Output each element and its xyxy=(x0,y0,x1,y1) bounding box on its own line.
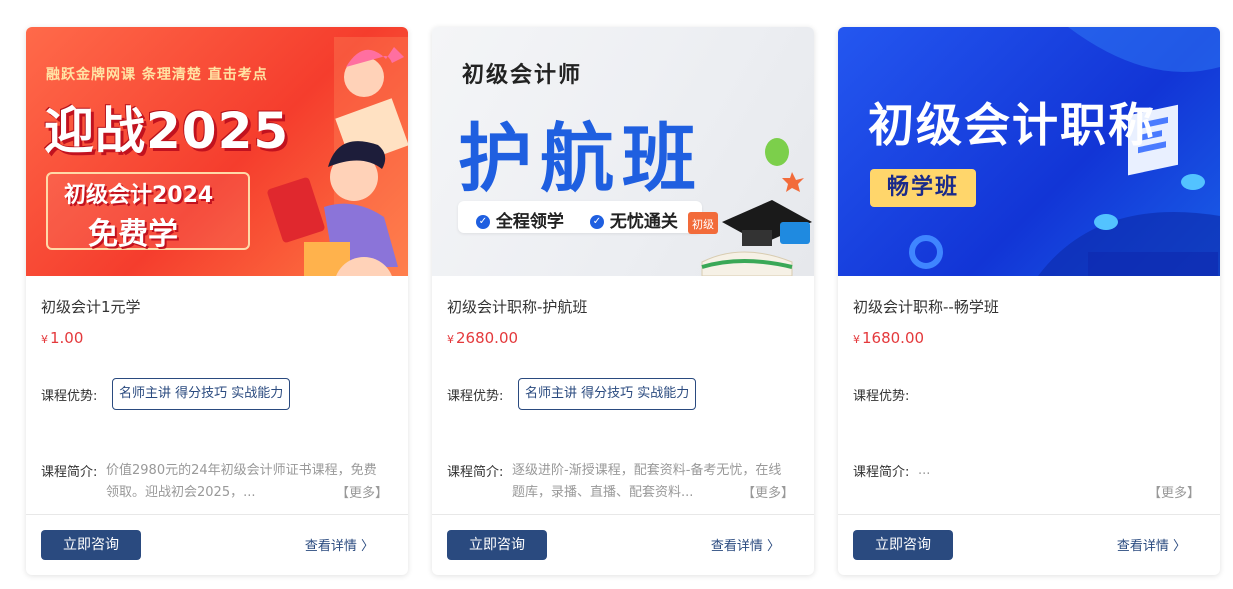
banner-headline: 迎战2025 xyxy=(44,102,290,160)
banner-tagline: 融跃金牌网课 条理清楚 直击考点 xyxy=(46,67,268,83)
badge-text: 初级 xyxy=(692,217,714,231)
more-link[interactable]: 【更多】 xyxy=(336,482,388,501)
banner-headline: 初级会计职称 xyxy=(868,98,1156,152)
student-illustration xyxy=(267,37,408,276)
course-banner-image[interactable]: 融跃金牌网课 条理清楚 直击考点 迎战2025 初级会计2024 免费学 xyxy=(26,27,408,276)
course-card-footer: 立即咨询 查看详情 〉 xyxy=(432,515,814,575)
consult-button[interactable]: 立即咨询 xyxy=(853,530,953,560)
course-card-grid: 融跃金牌网课 条理清楚 直击考点 迎战2025 初级会计2024 免费学 初级会… xyxy=(0,0,1233,589)
view-details-link[interactable]: 查看详情 〉 xyxy=(305,535,374,554)
course-price: ¥1680.00 xyxy=(853,329,924,347)
books-graduation-cap-illustration: 初级 xyxy=(688,138,812,276)
banner-feature-text: 无忧通关 xyxy=(609,212,678,232)
course-price: ¥2680.00 xyxy=(447,329,518,347)
view-details-link[interactable]: 查看详情 〉 xyxy=(711,535,780,554)
course-card-body: 初级会计职称-护航班 ¥2680.00 课程优势: 名师主讲 得分技巧 实战能力… xyxy=(432,276,814,515)
more-link[interactable]: 【更多】 xyxy=(1148,482,1200,501)
advantage-label: 课程优势: xyxy=(41,389,98,404)
course-card[interactable]: 初级会计职称 畅学班 初级会计职称--畅学班 ¥1680.00 课程优势: 课程… xyxy=(838,27,1220,575)
currency-symbol: ¥ xyxy=(447,333,454,346)
banner-feature-pill: ✓ 全程领学 ✓ 无忧通关 xyxy=(458,201,702,233)
banner-feature: ✓ 全程领学 xyxy=(476,207,564,232)
course-card[interactable]: 融跃金牌网课 条理清楚 直击考点 迎战2025 初级会计2024 免费学 初级会… xyxy=(26,27,408,575)
check-icon: ✓ xyxy=(476,215,490,229)
price-value: 1680.00 xyxy=(862,329,925,347)
intro-label: 课程简介: xyxy=(41,465,98,480)
consult-button[interactable]: 立即咨询 xyxy=(447,530,547,560)
price-value: 2680.00 xyxy=(456,329,519,347)
check-icon: ✓ xyxy=(590,215,604,229)
price-value: 1.00 xyxy=(50,329,84,347)
intro-text: ... xyxy=(918,463,931,478)
banner-feature-text: 全程领学 xyxy=(495,212,564,232)
currency-symbol: ¥ xyxy=(41,333,48,346)
advantage-label: 课程优势: xyxy=(447,389,504,404)
banner-subtitle: 初级会计2024 xyxy=(64,183,214,208)
advantage-label: 课程优势: xyxy=(853,389,910,404)
course-card-body: 初级会计职称--畅学班 ¥1680.00 课程优势: 课程简介: ... 【更多… xyxy=(838,276,1220,515)
advantage-tag: 名师主讲 得分技巧 实战能力 xyxy=(518,378,697,410)
course-title[interactable]: 初级会计职称-护航班 xyxy=(447,296,587,317)
intro-label: 课程简介: xyxy=(853,465,910,480)
banner-feature: ✓ 无忧通关 xyxy=(590,207,678,232)
course-title[interactable]: 初级会计1元学 xyxy=(41,296,141,317)
intro-label: 课程简介: xyxy=(447,465,504,480)
banner-subtitle: 初级会计师 xyxy=(462,63,583,88)
currency-symbol: ¥ xyxy=(853,333,860,346)
consult-button[interactable]: 立即咨询 xyxy=(41,530,141,560)
course-card-footer: 立即咨询 查看详情 〉 xyxy=(26,515,408,575)
course-title[interactable]: 初级会计职称--畅学班 xyxy=(853,296,999,317)
course-card-footer: 立即咨询 查看详情 〉 xyxy=(838,515,1220,575)
advantage-tag: 名师主讲 得分技巧 实战能力 xyxy=(112,378,291,410)
course-card[interactable]: 初级会计师 护航班 ✓ 全程领学 ✓ 无忧通关 初级 初级会计职称-护航班 ¥2… xyxy=(432,27,814,575)
more-link[interactable]: 【更多】 xyxy=(742,482,794,501)
course-banner-image[interactable]: 初级会计职称 畅学班 xyxy=(838,27,1220,276)
course-card-body: 初级会计1元学 ¥1.00 课程优势: 名师主讲 得分技巧 实战能力 课程简介:… xyxy=(26,276,408,515)
banner-free-text: 免费学 xyxy=(88,217,178,252)
banner-headline: 护航班 xyxy=(458,116,704,202)
course-banner-image[interactable]: 初级会计师 护航班 ✓ 全程领学 ✓ 无忧通关 初级 xyxy=(432,27,814,276)
banner-badge: 畅学班 xyxy=(870,169,976,207)
course-price: ¥1.00 xyxy=(41,329,83,347)
view-details-link[interactable]: 查看详情 〉 xyxy=(1117,535,1186,554)
